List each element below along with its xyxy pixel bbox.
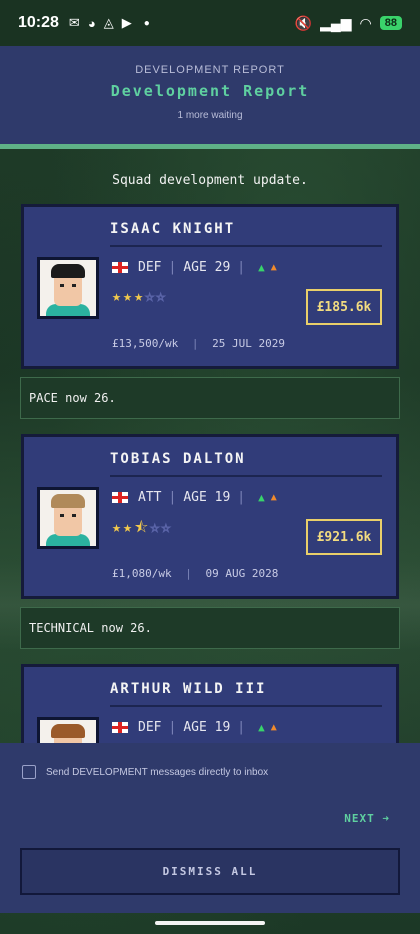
player-wage: £13,500/wk bbox=[112, 337, 179, 350]
signal-icon: ▂▄▆ bbox=[320, 14, 352, 31]
notification-dot-icon: ● bbox=[143, 17, 150, 29]
player-name: ARTHUR WILD III bbox=[110, 681, 267, 697]
star-rating: ★★★☆☆ bbox=[112, 287, 168, 306]
waiting-count: 1 more waiting bbox=[177, 110, 243, 121]
star-empty-icon: ☆ bbox=[150, 518, 162, 537]
inbox-option-label: Send DEVELOPMENT messages directly to in… bbox=[46, 766, 269, 778]
flame-icon: ▲ bbox=[270, 262, 277, 273]
clock: 10:28 bbox=[18, 14, 59, 31]
home-indicator[interactable] bbox=[155, 921, 265, 925]
player-position: DEF bbox=[138, 260, 162, 275]
avatar bbox=[37, 257, 99, 319]
player-card[interactable]: ISAAC KNIGHT DEF | AGE 29 | ▲ ▲ ★★★☆☆ £1… bbox=[21, 204, 399, 369]
star-half-icon: ⯪ bbox=[134, 518, 151, 536]
player-age: AGE 19 bbox=[183, 720, 231, 735]
name-divider bbox=[110, 475, 382, 477]
dismiss-all-button[interactable]: DISMISS ALL bbox=[20, 848, 400, 895]
player-name: TOBIAS DALTON bbox=[110, 451, 246, 467]
arrow-up-icon: ▲ bbox=[258, 721, 265, 734]
avatar bbox=[37, 717, 99, 743]
player-age: AGE 19 bbox=[183, 490, 231, 505]
star-full-icon: ★ bbox=[123, 287, 135, 305]
england-flag-icon bbox=[112, 262, 128, 273]
player-meta: DEF | AGE 29 | ▲ ▲ bbox=[112, 260, 277, 275]
inbox-checkbox[interactable] bbox=[22, 765, 36, 779]
page-title: Development Report bbox=[110, 82, 310, 100]
next-button[interactable]: NEXT ➜ bbox=[344, 812, 390, 825]
name-divider bbox=[110, 705, 382, 707]
star-empty-icon: ☆ bbox=[145, 287, 157, 306]
development-note: PACE now 26. bbox=[20, 377, 400, 419]
star-rating: ★★⯪☆☆ bbox=[112, 517, 172, 542]
player-position: ATT bbox=[138, 490, 162, 505]
contract-info: £1,080/wk | 09 AUG 2028 bbox=[112, 567, 279, 580]
development-note: TECHNICAL now 26. bbox=[20, 607, 400, 649]
youtube-icon: ▶ bbox=[121, 15, 132, 30]
star-full-icon: ★ bbox=[112, 287, 124, 305]
intro-text: Squad development update. bbox=[112, 173, 308, 188]
arrow-up-icon: ▲ bbox=[258, 491, 265, 504]
contract-info: £13,500/wk | 25 JUL 2029 bbox=[112, 337, 285, 350]
player-value: £921.6k bbox=[306, 519, 382, 555]
report-footer: Send DEVELOPMENT messages directly to in… bbox=[0, 743, 420, 913]
player-card[interactable]: ARTHUR WILD III DEF | AGE 19 | ▲ ▲ bbox=[21, 664, 399, 743]
player-wage: £1,080/wk bbox=[112, 567, 172, 580]
inbox-option[interactable]: Send DEVELOPMENT messages directly to in… bbox=[22, 765, 268, 779]
reddit-icon: ◕ bbox=[87, 15, 96, 31]
status-bar: 10:28 ✉ ◕ ◬ ▶ ● 🔇 ▂▄▆ ◠ 88 bbox=[0, 0, 420, 46]
star-empty-icon: ☆ bbox=[156, 287, 168, 306]
name-divider bbox=[110, 245, 382, 247]
star-full-icon: ★ bbox=[123, 518, 135, 536]
england-flag-icon bbox=[112, 492, 128, 503]
player-position: DEF bbox=[138, 720, 162, 735]
battery-indicator: 88 bbox=[379, 16, 402, 30]
england-flag-icon bbox=[112, 722, 128, 733]
mail-icon: ✉ bbox=[68, 15, 80, 30]
flame-icon: ▲ bbox=[270, 722, 277, 733]
player-age: AGE 29 bbox=[183, 260, 231, 275]
player-meta: DEF | AGE 19 | ▲ ▲ bbox=[112, 720, 277, 735]
contract-end-date: 09 AUG 2028 bbox=[205, 567, 279, 580]
mute-icon: 🔇 bbox=[294, 14, 313, 31]
wifi-icon: ◠ bbox=[359, 14, 372, 31]
flame-icon: ▲ bbox=[270, 492, 277, 503]
avatar bbox=[37, 487, 99, 549]
player-card[interactable]: TOBIAS DALTON ATT | AGE 19 | ▲ ▲ ★★⯪☆☆ £… bbox=[21, 434, 399, 599]
player-value: £185.6k bbox=[306, 289, 382, 325]
player-meta: ATT | AGE 19 | ▲ ▲ bbox=[112, 490, 277, 505]
star-full-icon: ★ bbox=[134, 287, 146, 305]
star-empty-icon: ☆ bbox=[161, 518, 173, 537]
report-header: DEVELOPMENT REPORT Development Report 1 … bbox=[0, 46, 420, 144]
arrow-up-icon: ▲ bbox=[258, 261, 265, 274]
header-kicker: DEVELOPMENT REPORT bbox=[135, 64, 285, 76]
airbnb-icon: ◬ bbox=[103, 15, 114, 30]
contract-end-date: 25 JUL 2029 bbox=[212, 337, 285, 350]
player-name: ISAAC KNIGHT bbox=[110, 221, 236, 237]
development-feed[interactable]: Squad development update. ISAAC KNIGHT D… bbox=[0, 149, 420, 743]
star-full-icon: ★ bbox=[112, 518, 124, 536]
